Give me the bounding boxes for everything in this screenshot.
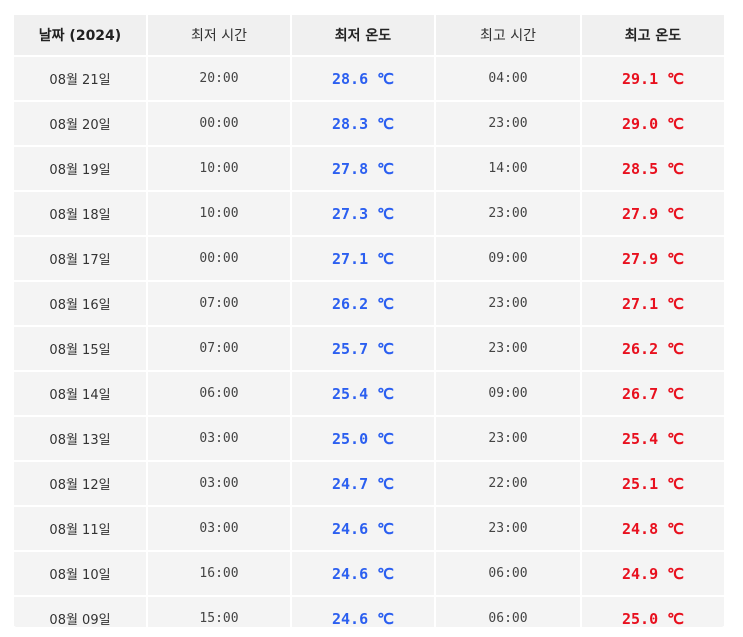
cell-max-time: 06:00 (436, 552, 580, 595)
cell-max-time: 23:00 (436, 282, 580, 325)
cell-max-temp: 27.9 ℃ (582, 237, 724, 280)
cell-date: 08월 19일 (14, 147, 146, 190)
cell-max-temp: 27.1 ℃ (582, 282, 724, 325)
table-body: 08월 21일 20:00 28.6 ℃ 04:00 29.1 ℃ 08월 20일 00:0… (14, 57, 724, 627)
header-min-temp: 최저 온도 (292, 15, 434, 55)
cell-date: 08월 17일 (14, 237, 146, 280)
cell-min-time: 10:00 (148, 147, 290, 190)
table-row: 08월 13일 03:00 25.0 ℃ 23:00 25.4 ℃ (14, 417, 724, 460)
cell-min-time: 07:00 (148, 327, 290, 370)
table-row: 08월 17일 00:00 27.1 ℃ 09:00 27.9 ℃ (14, 237, 724, 280)
temperature-table-container: 날짜 (2024) 최저 시간 최저 온도 최고 시간 최고 온도 08월 21… (13, 13, 725, 627)
cell-min-temp: 28.6 ℃ (292, 57, 434, 100)
cell-max-time: 23:00 (436, 192, 580, 235)
cell-min-time: 03:00 (148, 417, 290, 460)
cell-min-time: 00:00 (148, 237, 290, 280)
cell-date: 08월 10일 (14, 552, 146, 595)
cell-min-temp: 25.0 ℃ (292, 417, 434, 460)
cell-date: 08월 13일 (14, 417, 146, 460)
cell-max-temp: 24.9 ℃ (582, 552, 724, 595)
cell-date: 08월 12일 (14, 462, 146, 505)
table-row: 08월 11일 03:00 24.6 ℃ 23:00 24.8 ℃ (14, 507, 724, 550)
table-row: 08월 12일 03:00 24.7 ℃ 22:00 25.1 ℃ (14, 462, 724, 505)
cell-min-time: 10:00 (148, 192, 290, 235)
cell-max-temp: 29.0 ℃ (582, 102, 724, 145)
cell-min-temp: 27.8 ℃ (292, 147, 434, 190)
cell-min-temp: 24.6 ℃ (292, 507, 434, 550)
temperature-table: 날짜 (2024) 최저 시간 최저 온도 최고 시간 최고 온도 08월 21… (13, 13, 725, 627)
cell-min-time: 20:00 (148, 57, 290, 100)
cell-min-time: 03:00 (148, 507, 290, 550)
cell-date: 08월 16일 (14, 282, 146, 325)
cell-max-temp: 29.1 ℃ (582, 57, 724, 100)
cell-max-time: 09:00 (436, 372, 580, 415)
cell-max-time: 14:00 (436, 147, 580, 190)
cell-min-temp: 25.4 ℃ (292, 372, 434, 415)
header-max-time: 최고 시간 (436, 15, 580, 55)
cell-max-time: 06:00 (436, 597, 580, 627)
cell-date: 08월 09일 (14, 597, 146, 627)
cell-max-time: 23:00 (436, 507, 580, 550)
cell-min-temp: 28.3 ℃ (292, 102, 434, 145)
table-row: 08월 18일 10:00 27.3 ℃ 23:00 27.9 ℃ (14, 192, 724, 235)
header-date: 날짜 (2024) (14, 15, 146, 55)
cell-max-time: 23:00 (436, 417, 580, 460)
cell-min-temp: 26.2 ℃ (292, 282, 434, 325)
cell-max-temp: 26.2 ℃ (582, 327, 724, 370)
table-row: 08월 14일 06:00 25.4 ℃ 09:00 26.7 ℃ (14, 372, 724, 415)
table-row: 08월 21일 20:00 28.6 ℃ 04:00 29.1 ℃ (14, 57, 724, 100)
cell-min-time: 00:00 (148, 102, 290, 145)
cell-max-time: 23:00 (436, 102, 580, 145)
cell-min-temp: 24.6 ℃ (292, 552, 434, 595)
cell-max-time: 09:00 (436, 237, 580, 280)
cell-max-temp: 25.4 ℃ (582, 417, 724, 460)
table-header-row: 날짜 (2024) 최저 시간 최저 온도 최고 시간 최고 온도 (14, 15, 724, 55)
cell-min-temp: 24.7 ℃ (292, 462, 434, 505)
cell-max-temp: 24.8 ℃ (582, 507, 724, 550)
cell-min-time: 03:00 (148, 462, 290, 505)
cell-min-time: 07:00 (148, 282, 290, 325)
table-row: 08월 09일 15:00 24.6 ℃ 06:00 25.0 ℃ (14, 597, 724, 627)
table-row: 08월 10일 16:00 24.6 ℃ 06:00 24.9 ℃ (14, 552, 724, 595)
cell-date: 08월 15일 (14, 327, 146, 370)
table-row: 08월 19일 10:00 27.8 ℃ 14:00 28.5 ℃ (14, 147, 724, 190)
cell-date: 08월 21일 (14, 57, 146, 100)
cell-min-temp: 27.3 ℃ (292, 192, 434, 235)
table-row: 08월 16일 07:00 26.2 ℃ 23:00 27.1 ℃ (14, 282, 724, 325)
cell-max-time: 23:00 (436, 327, 580, 370)
cell-max-temp: 27.9 ℃ (582, 192, 724, 235)
cell-max-time: 04:00 (436, 57, 580, 100)
table-row: 08월 20일 00:00 28.3 ℃ 23:00 29.0 ℃ (14, 102, 724, 145)
table-row: 08월 15일 07:00 25.7 ℃ 23:00 26.2 ℃ (14, 327, 724, 370)
header-min-time: 최저 시간 (148, 15, 290, 55)
cell-max-temp: 28.5 ℃ (582, 147, 724, 190)
cell-min-temp: 25.7 ℃ (292, 327, 434, 370)
cell-date: 08월 18일 (14, 192, 146, 235)
header-max-temp: 최고 온도 (582, 15, 724, 55)
cell-max-temp: 25.1 ℃ (582, 462, 724, 505)
cell-max-temp: 25.0 ℃ (582, 597, 724, 627)
cell-date: 08월 20일 (14, 102, 146, 145)
cell-min-time: 06:00 (148, 372, 290, 415)
cell-max-temp: 26.7 ℃ (582, 372, 724, 415)
cell-max-time: 22:00 (436, 462, 580, 505)
cell-date: 08월 14일 (14, 372, 146, 415)
cell-min-time: 15:00 (148, 597, 290, 627)
cell-min-time: 16:00 (148, 552, 290, 595)
cell-date: 08월 11일 (14, 507, 146, 550)
cell-min-temp: 27.1 ℃ (292, 237, 434, 280)
cell-min-temp: 24.6 ℃ (292, 597, 434, 627)
